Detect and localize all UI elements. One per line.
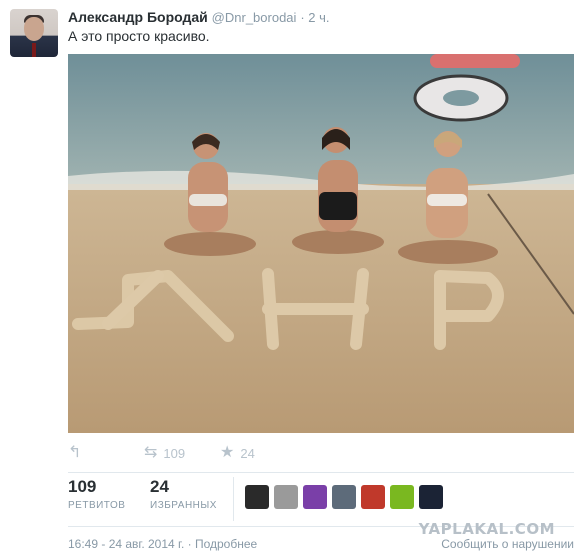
reply-button[interactable]: ↰: [68, 444, 81, 462]
favoriter-avatar[interactable]: [419, 485, 443, 509]
beach-photo-illustration: [68, 54, 574, 433]
details-link[interactable]: · Подробнее: [188, 537, 258, 551]
float-mattress: [430, 54, 520, 68]
retweets-label: РЕТВИТОВ: [68, 500, 126, 511]
star-icon: ★: [220, 444, 235, 461]
divider-top: [68, 472, 574, 473]
favoriter-avatar[interactable]: [303, 485, 327, 509]
favoriter-avatar[interactable]: [332, 485, 356, 509]
favorites-number: 24: [150, 477, 169, 496]
report-link[interactable]: Сообщить о нарушении: [441, 537, 574, 551]
favoriter-avatar[interactable]: [245, 485, 269, 509]
reply-icon: ↰: [68, 444, 82, 461]
tweet-time[interactable]: · 2 ч.: [300, 10, 329, 25]
author-handle[interactable]: @Dnr_borodai: [212, 10, 297, 25]
tweet-header: Александр Бородай @Dnr_borodai · 2 ч.: [68, 9, 329, 25]
stats-separator: [233, 477, 234, 521]
favoriter-avatar[interactable]: [390, 485, 414, 509]
author-name[interactable]: Александр Бородай: [68, 9, 208, 25]
avatar-tie: [32, 43, 36, 57]
retweets-stat[interactable]: 109 РЕТВИТОВ: [68, 477, 125, 511]
favoriter-avatar[interactable]: [361, 485, 385, 509]
retweets-number: 109: [68, 477, 97, 496]
tweet-footer: 16:49 - 24 авг. 2014 г. · Подробнее: [68, 537, 257, 551]
watermark: YAPLAKAL.COM: [418, 520, 555, 538]
author-avatar[interactable]: [10, 9, 58, 57]
retweet-icon: ⇆: [144, 444, 158, 461]
retweet-button[interactable]: ⇆ 109: [144, 444, 185, 462]
tweet-text: А это просто красиво.: [68, 28, 210, 44]
favoriter-avatar[interactable]: [274, 485, 298, 509]
favoriter-avatars: [245, 485, 443, 509]
tweet-photo[interactable]: [68, 54, 574, 433]
tweet-timestamp[interactable]: 16:49 - 24 авг. 2014 г.: [68, 537, 184, 551]
retweet-count: 109: [163, 445, 186, 461]
favorites-label: ИЗБРАННЫХ: [150, 500, 217, 511]
sea: [68, 54, 574, 184]
avatar-face: [24, 17, 44, 41]
float-ring-hole: [443, 90, 479, 106]
favorite-count: 24: [240, 445, 255, 461]
favorite-button[interactable]: ★ 24: [220, 444, 255, 462]
favorites-stat[interactable]: 24 ИЗБРАННЫХ: [150, 477, 217, 511]
